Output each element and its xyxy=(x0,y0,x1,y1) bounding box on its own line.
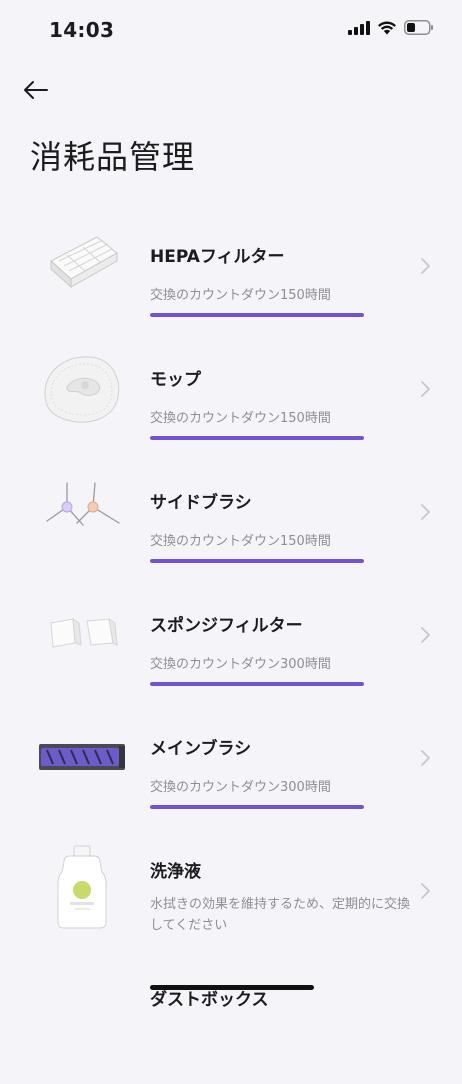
sponge-filter-image xyxy=(32,590,132,680)
item-name: モップ xyxy=(150,370,201,390)
item-name: 洗浄液 xyxy=(150,862,201,882)
chevron-right-icon xyxy=(421,627,430,643)
item-progress-bar xyxy=(150,313,364,317)
list-item-cleaning-solution[interactable]: 洗浄液 水拭きの効果を維持するため、定期的に交換してください xyxy=(0,820,462,943)
back-arrow-icon xyxy=(24,81,48,99)
list-item-hepa-filter[interactable]: HEPAフィルター 交換のカウントダウン150時間 xyxy=(0,205,462,328)
chevron-right-icon xyxy=(421,381,430,397)
status-bar: 14:03 xyxy=(0,0,462,60)
item-progress-bar xyxy=(150,436,364,440)
status-icons xyxy=(341,20,434,35)
chevron-right-icon xyxy=(421,750,430,766)
item-progress-fill xyxy=(150,559,364,563)
item-name: サイドブラシ xyxy=(150,493,252,513)
mop-pad-image xyxy=(32,344,132,434)
list-item-sponge-filter[interactable]: スポンジフィルター 交換のカウントダウン300時間 xyxy=(0,574,462,697)
list-item-dust-box[interactable]: ダストボックス xyxy=(0,961,462,1084)
side-brush-image xyxy=(32,467,132,557)
item-progress-fill xyxy=(150,805,364,809)
item-countdown: 交換のカウントダウン150時間 xyxy=(150,288,331,303)
home-indicator xyxy=(150,985,314,990)
chevron-right-icon xyxy=(421,883,430,899)
main-brush-image xyxy=(32,713,132,803)
cellular-signal-icon xyxy=(348,20,370,35)
list-item-main-brush[interactable]: メインブラシ 交換のカウントダウン300時間 xyxy=(0,697,462,820)
item-countdown: 交換のカウントダウン150時間 xyxy=(150,534,331,549)
item-progress-fill xyxy=(150,436,364,440)
item-progress-bar xyxy=(150,682,364,686)
chevron-right-icon xyxy=(421,258,430,274)
item-progress-bar xyxy=(150,805,364,809)
item-countdown: 交換のカウントダウン300時間 xyxy=(150,657,331,672)
page-title: 消耗品管理 xyxy=(30,138,196,176)
consumables-list: HEPAフィルター 交換のカウントダウン150時間 モップ 交換のカウントダウン… xyxy=(0,205,462,1010)
item-progress-fill xyxy=(150,682,364,686)
item-name: メインブラシ xyxy=(150,739,252,759)
list-item-side-brush[interactable]: サイドブラシ 交換のカウントダウン150時間 xyxy=(0,451,462,574)
status-time: 14:03 xyxy=(49,18,115,42)
item-countdown: 交換のカウントダウン300時間 xyxy=(150,780,331,795)
wifi-icon xyxy=(377,20,397,35)
cleaning-solution-image xyxy=(32,842,132,932)
item-countdown: 交換のカウントダウン150時間 xyxy=(150,411,331,426)
item-progress-bar xyxy=(150,559,364,563)
battery-icon xyxy=(404,20,434,35)
item-name: HEPAフィルター xyxy=(150,247,285,267)
item-progress-fill xyxy=(150,313,364,317)
list-item-mop[interactable]: モップ 交換のカウントダウン150時間 xyxy=(0,328,462,451)
chevron-right-icon xyxy=(421,504,430,520)
item-description: 水拭きの効果を維持するため、定期的に交換してください xyxy=(150,897,411,933)
back-button[interactable] xyxy=(18,74,54,106)
hepa-filter-image xyxy=(32,221,132,311)
item-name: スポンジフィルター xyxy=(150,616,303,636)
